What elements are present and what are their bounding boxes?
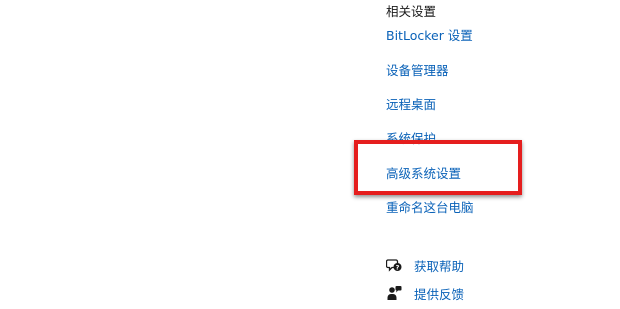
feedback-row[interactable]: 提供反馈 (386, 283, 464, 303)
chat-help-icon: ? (385, 257, 402, 273)
give-feedback-link[interactable]: 提供反馈 (414, 284, 464, 303)
settings-page: 相关设置 BitLocker 设置 设备管理器 远程桌面 系统保护 高级系统设置… (0, 0, 620, 309)
related-settings-heading: 相关设置 (386, 4, 437, 19)
get-help-link[interactable]: 获取帮助 (414, 256, 464, 275)
rename-this-pc-link[interactable]: 重命名这台电脑 (386, 197, 474, 216)
get-help-row[interactable]: ? 获取帮助 (385, 255, 464, 275)
svg-text:?: ? (396, 263, 400, 271)
feedback-person-icon (386, 285, 402, 301)
advanced-system-settings-link[interactable]: 高级系统设置 (386, 163, 461, 182)
system-protection-link[interactable]: 系统保护 (386, 128, 436, 147)
bitlocker-settings-link[interactable]: BitLocker 设置 (386, 25, 473, 44)
remote-desktop-link[interactable]: 远程桌面 (386, 94, 436, 113)
device-manager-link[interactable]: 设备管理器 (386, 60, 449, 79)
